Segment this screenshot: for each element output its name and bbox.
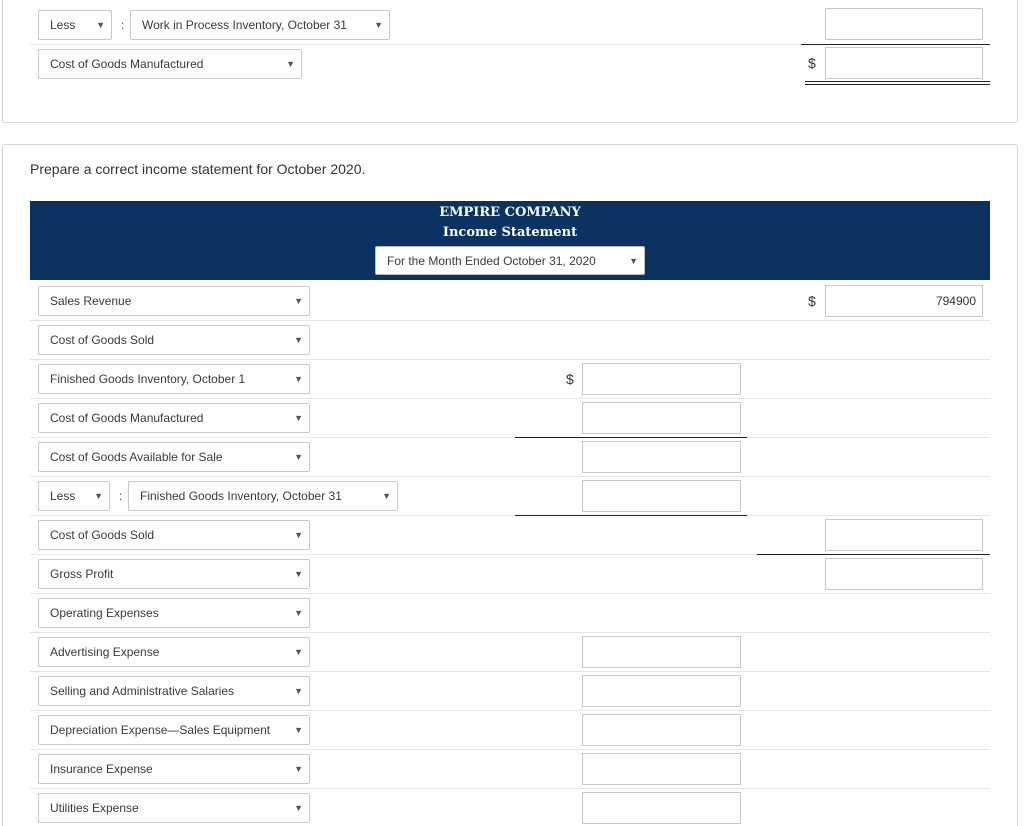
gross-profit-select[interactable]: Gross Profit ▼ — [38, 559, 310, 589]
cogs-total-select[interactable]: Cost of Goods Sold ▼ — [38, 520, 310, 550]
dropdown-arrow-icon: ▼ — [294, 803, 303, 813]
depreciation-expense-select[interactable]: Depreciation Expense—Sales Equipment ▼ — [38, 715, 310, 745]
row-divider — [30, 476, 990, 477]
depreciation-expense-input[interactable] — [582, 714, 741, 746]
dropdown-arrow-icon: ▼ — [294, 725, 303, 735]
cogm-total-input[interactable] — [825, 47, 983, 79]
dropdown-arrow-icon: ▼ — [294, 530, 303, 540]
wip-label: Work in Process Inventory, October 31 — [142, 18, 347, 32]
dropdown-arrow-icon: ▼ — [294, 647, 303, 657]
fg-inventory-oct1-select[interactable]: Finished Goods Inventory, October 1 ▼ — [38, 364, 310, 394]
fg-inventory-oct1-label: Finished Goods Inventory, October 1 — [50, 372, 246, 386]
dropdown-arrow-icon: ▼ — [294, 686, 303, 696]
salaries-input[interactable] — [582, 675, 741, 707]
salaries-label: Selling and Administrative Salaries — [50, 684, 235, 698]
cogm-input[interactable] — [582, 402, 741, 434]
cogas-input[interactable] — [582, 441, 741, 473]
advertising-expense-label: Advertising Expense — [50, 645, 160, 659]
statement-header: EMPIRE COMPANY Income Statement For the … — [30, 201, 990, 280]
less-label: Less — [50, 18, 76, 32]
row-divider — [30, 788, 990, 789]
cogs-total-input[interactable] — [825, 519, 983, 551]
fg-inventory-oct31-label: Finished Goods Inventory, October 31 — [140, 489, 342, 503]
dropdown-arrow-icon: ▼ — [294, 296, 303, 306]
utilities-expense-select[interactable]: Utilities Expense ▼ — [38, 793, 310, 823]
cogs-heading-label: Cost of Goods Sold — [50, 333, 155, 347]
less-label: Less — [50, 489, 76, 503]
gross-profit-input[interactable] — [825, 558, 983, 590]
cogs-total-label: Cost of Goods Sold — [50, 528, 155, 542]
colon-separator: : — [119, 489, 123, 503]
depreciation-expense-label: Depreciation Expense—Sales Equipment — [50, 723, 271, 737]
dropdown-arrow-icon: ▼ — [382, 491, 391, 501]
period-label: For the Month Ended October 31, 2020 — [387, 254, 596, 268]
subtotal-line — [757, 554, 990, 555]
salaries-select[interactable]: Selling and Administrative Salaries ▼ — [38, 676, 310, 706]
row-divider — [30, 710, 990, 711]
question-prompt: Prepare a correct income statement for O… — [30, 161, 366, 177]
fg-inventory-oct31-select[interactable]: Finished Goods Inventory, October 31 ▼ — [128, 481, 398, 511]
row-divider — [30, 593, 990, 594]
wip-oct31-select[interactable]: Work in Process Inventory, October 31 ▼ — [130, 10, 390, 40]
row-divider — [30, 359, 990, 360]
insurance-expense-label: Insurance Expense — [50, 762, 153, 776]
operating-expenses-select[interactable]: Operating Expenses ▼ — [38, 598, 310, 628]
dropdown-arrow-icon: ▼ — [294, 608, 303, 618]
subtotal-line — [515, 437, 747, 438]
dropdown-arrow-icon: ▼ — [294, 335, 303, 345]
dropdown-arrow-icon: ▼ — [96, 20, 105, 30]
wip-oct31-input[interactable] — [825, 8, 983, 40]
subtotal-line — [801, 44, 990, 45]
subtotal-line — [515, 515, 747, 516]
advertising-expense-select[interactable]: Advertising Expense ▼ — [38, 637, 310, 667]
less-select[interactable]: Less ▼ — [38, 481, 110, 511]
double-underline-bottom — [805, 84, 990, 85]
dropdown-arrow-icon: ▼ — [294, 374, 303, 384]
cogm-select[interactable]: Cost of Goods Manufactured ▼ — [38, 403, 310, 433]
row-divider — [30, 437, 990, 438]
sales-revenue-input[interactable] — [825, 285, 983, 317]
row-divider — [30, 515, 990, 516]
dropdown-arrow-icon: ▼ — [94, 491, 103, 501]
statement-title: Income Statement — [442, 225, 578, 240]
fg-inventory-oct31-input[interactable] — [582, 480, 741, 512]
cogm-select-top[interactable]: Cost of Goods Manufactured ▼ — [38, 49, 302, 79]
insurance-expense-input[interactable] — [582, 753, 741, 785]
dropdown-arrow-icon: ▼ — [629, 256, 638, 266]
dropdown-arrow-icon: ▼ — [294, 413, 303, 423]
fg-inventory-oct1-input[interactable] — [582, 363, 741, 395]
dropdown-arrow-icon: ▼ — [294, 764, 303, 774]
advertising-expense-input[interactable] — [582, 636, 741, 668]
row-divider — [30, 749, 990, 750]
dollar-sign: $ — [808, 55, 816, 71]
double-underline-top — [805, 81, 990, 82]
utilities-expense-input[interactable] — [582, 792, 741, 824]
cogas-label: Cost of Goods Available for Sale — [50, 450, 223, 464]
cogs-heading-select[interactable]: Cost of Goods Sold ▼ — [38, 325, 310, 355]
row-divider — [30, 320, 990, 321]
cogm-label: Cost of Goods Manufactured — [50, 411, 204, 425]
period-select[interactable]: For the Month Ended October 31, 2020 ▼ — [375, 246, 645, 275]
gross-profit-label: Gross Profit — [50, 567, 114, 581]
dollar-sign: $ — [808, 293, 816, 309]
utilities-expense-label: Utilities Expense — [50, 801, 139, 815]
sales-revenue-select[interactable]: Sales Revenue ▼ — [38, 286, 310, 316]
cogas-select[interactable]: Cost of Goods Available for Sale ▼ — [38, 442, 310, 472]
row-divider — [30, 632, 990, 633]
cogm-label: Cost of Goods Manufactured — [50, 57, 204, 71]
row-divider — [30, 671, 990, 672]
operating-expenses-label: Operating Expenses — [50, 606, 159, 620]
company-name: EMPIRE COMPANY — [439, 205, 581, 220]
less-select-top[interactable]: Less ▼ — [38, 10, 112, 40]
dropdown-arrow-icon: ▼ — [374, 20, 383, 30]
sales-revenue-label: Sales Revenue — [50, 294, 132, 308]
dollar-sign: $ — [566, 371, 574, 387]
insurance-expense-select[interactable]: Insurance Expense ▼ — [38, 754, 310, 784]
dropdown-arrow-icon: ▼ — [294, 569, 303, 579]
dropdown-arrow-icon: ▼ — [286, 59, 295, 69]
row-divider — [30, 398, 990, 399]
dropdown-arrow-icon: ▼ — [294, 452, 303, 462]
colon-separator: : — [121, 18, 125, 32]
